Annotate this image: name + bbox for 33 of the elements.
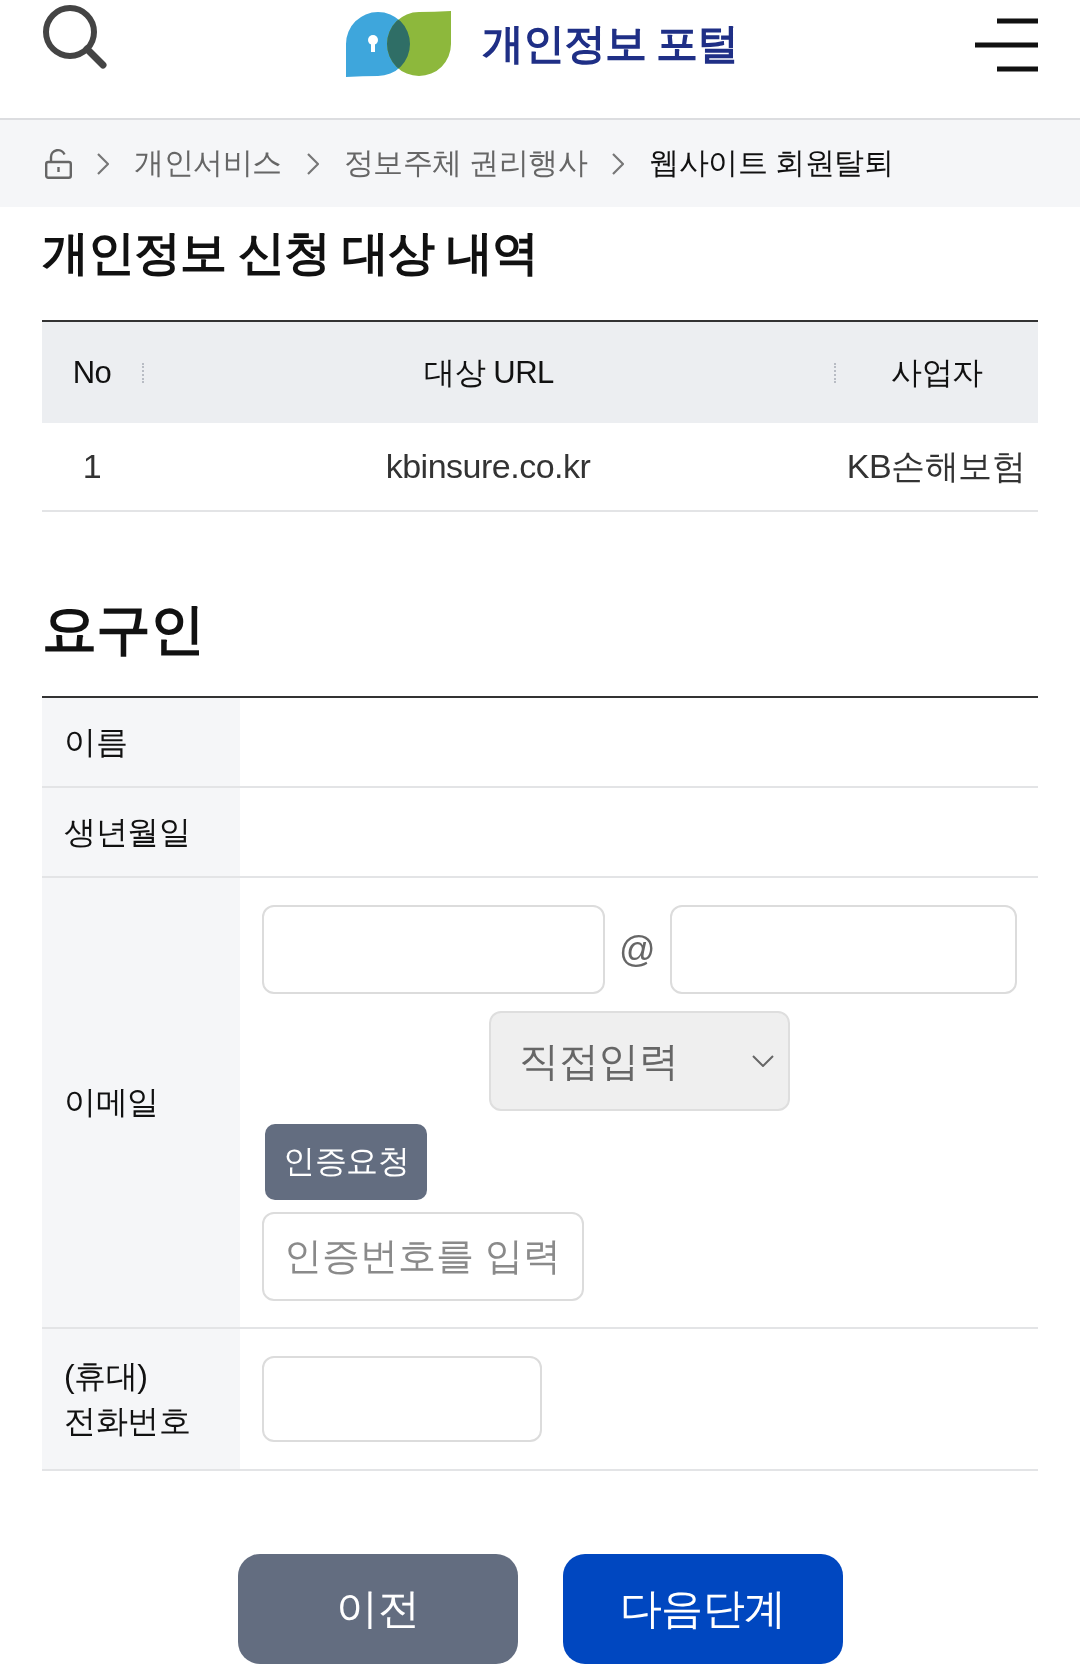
search-icon[interactable] xyxy=(42,4,108,70)
chevron-right-icon xyxy=(97,152,109,175)
back-button[interactable]: 이전 xyxy=(237,1554,518,1664)
table-cell-text: KB손해보험 xyxy=(846,445,1026,487)
column-header: 사업자 xyxy=(891,353,983,392)
at-sign: @ xyxy=(619,928,656,971)
logo-icon xyxy=(344,10,452,78)
next-step-button[interactable]: 다음단계 xyxy=(562,1554,843,1664)
column-header: 대상 URL xyxy=(424,353,554,392)
field-label: 이메일 xyxy=(42,878,240,1327)
chevron-right-icon xyxy=(612,152,625,175)
verify-request-button[interactable]: 인증요청 xyxy=(265,1124,427,1200)
section-title: 개인정보 신청 대상 내역 xyxy=(42,225,540,281)
lock-icon[interactable] xyxy=(45,148,72,179)
chevron-down-icon xyxy=(752,1055,774,1067)
domain-select[interactable]: 직접입력 xyxy=(489,1011,790,1111)
section-title: 요구인 xyxy=(42,597,205,662)
menu-icon[interactable] xyxy=(975,18,1038,72)
breadcrumb-current[interactable]: 웹사이트 회원탈퇴 xyxy=(649,143,894,184)
breadcrumb-link[interactable]: 개인서비스 xyxy=(134,143,282,184)
chevron-right-icon xyxy=(306,152,319,175)
field-label: (휴대) 전화번호 xyxy=(42,1329,240,1469)
logo-text: 개인정보 포털 xyxy=(481,18,739,69)
field-label: 생년월일 xyxy=(42,788,240,876)
input-field[interactable] xyxy=(262,1356,542,1442)
input-field[interactable] xyxy=(262,905,605,994)
table-cell: kbinsure.co.kr xyxy=(385,447,591,486)
input-field[interactable] xyxy=(669,905,1017,994)
breadcrumb-link[interactable]: 정보주체 권리행사 xyxy=(343,143,588,184)
field-label: 이름 xyxy=(42,698,240,786)
table-cell: 1 xyxy=(82,447,102,486)
input-field[interactable]: 인증번호를 입력 xyxy=(262,1212,584,1301)
column-header: No xyxy=(72,354,112,391)
